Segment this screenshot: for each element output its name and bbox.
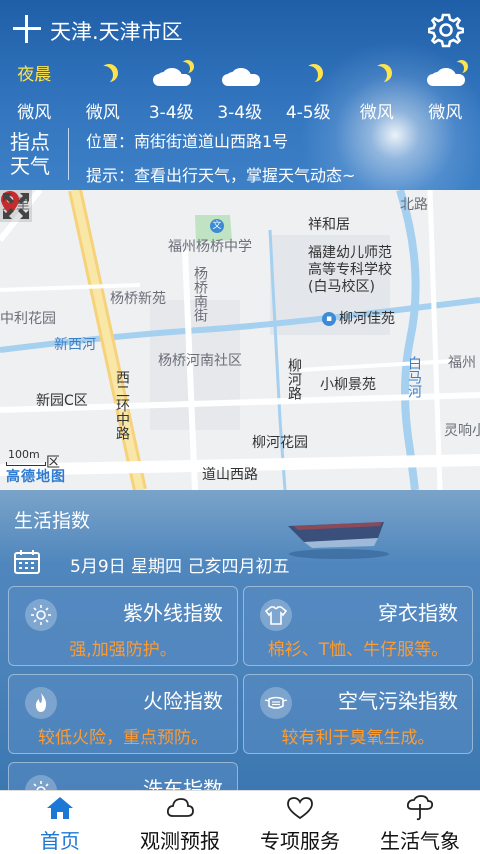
uv-index-card[interactable]: 紫外线指数 强,加强防护。 xyxy=(8,586,238,666)
heart-icon xyxy=(287,797,313,820)
map-label: 杨桥新苑 xyxy=(110,291,166,307)
boat-decoration xyxy=(288,522,389,559)
tip-text: 提示：查看出行天气，掌握天气动态~ xyxy=(86,166,356,185)
map-label: 灵响小 xyxy=(444,423,480,439)
card-desc: 棉衫、T恤、牛仔服等。 xyxy=(267,640,449,660)
map-scale-label: 100m xyxy=(8,448,40,461)
map-poi: 文 xyxy=(210,218,227,234)
location-text: 位置：南街街道道山西路1号 xyxy=(86,132,289,151)
tab-label: 专项服务 xyxy=(260,829,340,853)
period-label: 夜晨 xyxy=(17,65,52,85)
map-label: 新园C区 xyxy=(36,393,88,409)
moon-icon xyxy=(369,66,387,84)
map-label: ▪ 柳河佳苑 xyxy=(322,308,395,328)
forecast-slot: 微风 xyxy=(69,60,138,123)
map-label: 中利花园 xyxy=(0,311,56,327)
card-desc: 较有利于臭氧生成。 xyxy=(281,728,435,748)
forecast-slot: 4-5级 xyxy=(274,60,343,123)
location-info-bar: 指点天气 位置：南街街道道山西路1号 提示：查看出行天气，掌握天气动态~ xyxy=(0,120,480,190)
flame-icon xyxy=(25,687,57,719)
map-label: 杨桥河南社区 xyxy=(158,353,242,369)
weather-header: 天津.天津市区 夜晨 微风 微风 3-4级 3-4级 4-5级 微风 微风 指点… xyxy=(0,0,480,190)
tab-observation-forecast[interactable]: 观测预报 xyxy=(120,791,240,854)
cloud-moon-icon xyxy=(427,68,465,86)
city-name[interactable]: 天津.天津市区 xyxy=(50,16,183,46)
moon-icon xyxy=(300,66,318,84)
sun-icon xyxy=(25,775,57,790)
clothing-index-card[interactable]: 穿衣指数 棉衫、T恤、牛仔服等。 xyxy=(243,586,473,666)
map-label: 杨桥南街 xyxy=(192,266,208,322)
map-view[interactable]: 天里 北路 文 福州杨桥中学 祥和居 福建幼儿师范 高等专科学校 (白马校区) … xyxy=(0,190,480,490)
air-pollution-index-card[interactable]: 空气污染指数 较有利于臭氧生成。 xyxy=(243,674,473,754)
moon-icon xyxy=(95,66,113,84)
date-text: 5月9日 星期四 己亥四月初五 xyxy=(70,557,290,577)
car-wash-index-card[interactable]: 洗车指数 xyxy=(8,762,238,790)
cloud-moon-icon xyxy=(153,68,191,86)
divider xyxy=(68,128,69,180)
card-title: 火险指数 xyxy=(143,689,223,713)
pinpoint-weather-badge[interactable]: 指点天气 xyxy=(10,130,60,178)
tab-label: 观测预报 xyxy=(140,829,220,853)
umbrella-icon xyxy=(406,795,434,821)
forecast-slot: 夜晨 微风 xyxy=(0,60,69,123)
bottom-tab-bar: 首页 观测预报 专项服务 生活气象 xyxy=(0,790,480,854)
card-desc: 强,加强防护。 xyxy=(69,640,177,660)
calendar-icon xyxy=(14,550,40,574)
forecast-slot: 微风 xyxy=(411,60,480,123)
home-icon xyxy=(47,797,73,819)
amap-logo: 高德地图 xyxy=(6,469,66,485)
school-icon: 文 xyxy=(210,219,224,233)
forecast-slot: 3-4级 xyxy=(137,60,206,123)
fire-risk-index-card[interactable]: 火险指数 较低火险，重点预防。 xyxy=(8,674,238,754)
building-icon: ▪ xyxy=(322,312,336,326)
card-title: 洗车指数 xyxy=(143,777,223,790)
map-label: 道山西路 xyxy=(202,467,258,483)
top-bar: 天津.天津市区 xyxy=(0,0,480,58)
shirt-icon xyxy=(260,599,292,631)
card-desc: 较低火险，重点预防。 xyxy=(38,728,208,748)
card-title: 空气污染指数 xyxy=(338,689,458,713)
section-title: 生活指数 xyxy=(14,510,91,532)
tab-home[interactable]: 首页 xyxy=(0,791,120,854)
card-title: 穿衣指数 xyxy=(378,601,458,625)
tab-life-weather[interactable]: 生活气象 xyxy=(360,791,480,854)
map-label: 西二环中路 xyxy=(114,370,130,440)
hourly-forecast: 夜晨 微风 微风 3-4级 3-4级 4-5级 微风 微风 xyxy=(0,60,480,123)
map-label: (白马校区) xyxy=(308,279,375,295)
map-label: 柳河花园 xyxy=(252,435,308,451)
gear-icon[interactable] xyxy=(428,12,464,48)
forecast-slot: 3-4级 xyxy=(206,60,275,123)
map-label: 白马河 xyxy=(406,356,422,398)
map-label: 柳河路 xyxy=(286,358,302,400)
map-label: 新西河 xyxy=(54,337,96,353)
map-label: 北路 xyxy=(400,197,428,213)
cloud-icon xyxy=(221,68,260,86)
fullscreen-icon[interactable] xyxy=(0,190,32,222)
tab-special-service[interactable]: 专项服务 xyxy=(240,791,360,854)
card-title: 紫外线指数 xyxy=(123,601,223,625)
tab-label: 生活气象 xyxy=(380,829,460,853)
mask-icon xyxy=(260,687,292,719)
cloud-icon xyxy=(166,798,194,817)
sun-icon xyxy=(25,599,57,631)
forecast-slot: 微风 xyxy=(343,60,412,123)
add-city-icon[interactable] xyxy=(12,14,42,44)
map-label: 福州杨桥中学 xyxy=(168,239,252,255)
map-label: 福州 xyxy=(448,355,476,371)
life-index-section: 生活指数 5月9日 星期四 己亥四月初五 紫外线指数 强,加强防护。 穿衣指数 … xyxy=(0,490,480,790)
map-label: 小柳景苑 xyxy=(320,377,376,393)
tab-label: 首页 xyxy=(40,829,80,853)
map-label: 祥和居 xyxy=(308,217,350,233)
